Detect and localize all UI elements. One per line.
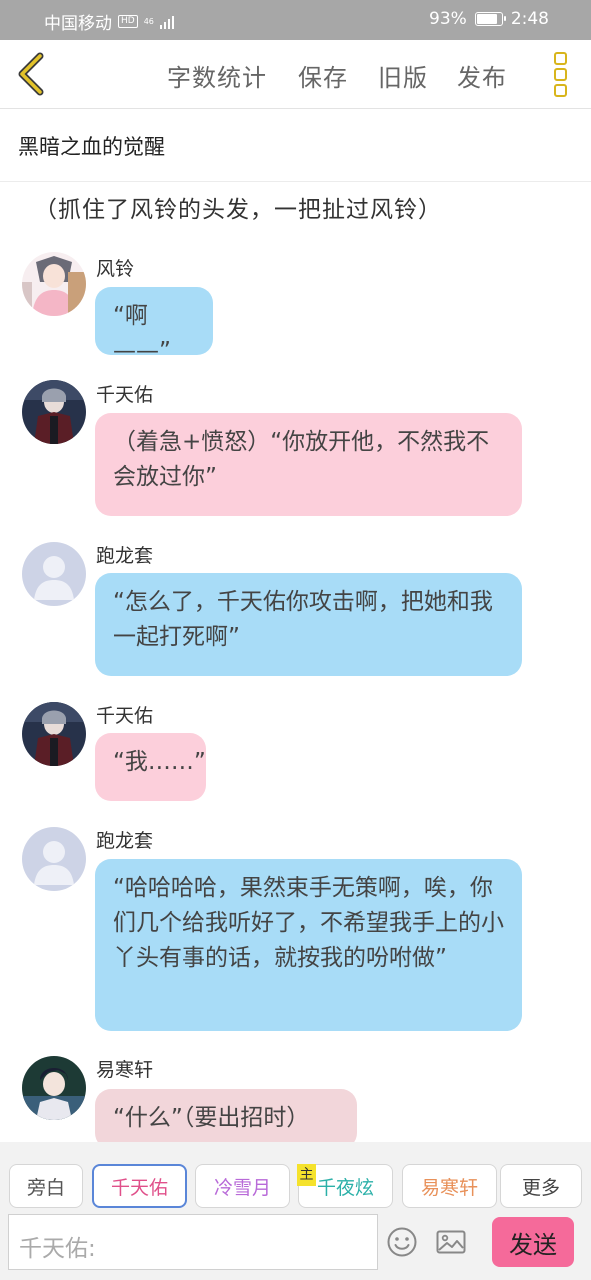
clock: 2:48 [510,9,549,29]
character-portrait-icon [22,702,86,766]
character-portrait-icon [22,252,86,316]
image-icon [436,1230,466,1254]
more-roles-button[interactable]: 更多 [500,1164,582,1208]
send-button[interactable]: 发送 [492,1217,574,1267]
chevron-left-icon [18,52,44,96]
message-bubble[interactable]: “啊——” [95,287,213,364]
avatar[interactable] [22,827,86,891]
avatar[interactable] [22,702,86,766]
message-bubble[interactable]: “怎么了，千天佑你攻击啊，把她和我一起打死啊” [95,573,522,676]
role-label: 旁白 [26,1176,65,1199]
word-count-button[interactable]: 字数统计 [167,58,267,93]
role-button-active[interactable]: 千天佑 [92,1164,187,1208]
old-version-button[interactable]: 旧版 [378,58,428,93]
role-label: 千夜炫 [316,1176,374,1199]
avatar[interactable] [22,542,86,606]
message-bubble[interactable]: “哈哈哈哈，果然束手无策啊，唉，你们几个给我听好了，不希望我手上的小丫头有事的话… [95,859,522,1031]
avatar[interactable] [22,252,86,316]
save-button[interactable]: 保存 [298,58,348,93]
role-button-narrator[interactable]: 旁白 [9,1164,83,1208]
default-user-icon [22,827,86,891]
signal-icon [159,15,174,29]
battery-icon [474,12,506,26]
character-portrait-icon [22,380,86,444]
sender-name: 风铃 [96,258,135,280]
default-user-icon [22,542,86,606]
avatar[interactable] [22,1056,86,1120]
host-badge: 主 [297,1164,316,1186]
status-bar: 中国移动 HD 46 93% 2:48 [0,0,591,40]
publish-button[interactable]: 发布 [457,58,507,93]
story-title-row[interactable]: 黑暗之血的觉醒 [0,109,591,182]
sender-name: 千天佑 [96,384,154,406]
emoji-button[interactable] [386,1226,418,1258]
carrier-name: 中国移动 [44,14,112,34]
role-button[interactable]: 冷雪月 [195,1164,290,1208]
avatar[interactable] [22,380,86,444]
more-options-button[interactable] [550,50,570,100]
image-button[interactable] [435,1226,467,1258]
message-bubble[interactable]: （着急+愤怒）“你放开他，不然我不会放过你” [95,413,522,516]
sender-name: 千天佑 [96,705,154,727]
hd-icon: HD [118,15,138,28]
back-button[interactable] [14,52,48,96]
smiley-icon [387,1227,417,1257]
message-bubble[interactable]: “什么”（要出招时） [95,1089,357,1149]
role-label: 千天佑 [110,1176,168,1199]
role-label: 更多 [521,1176,560,1199]
message-bubble[interactable]: “我……” [95,733,206,801]
role-label: 易寒轩 [420,1176,478,1199]
editor-toolbar: 字数统计 保存 旧版 发布 [0,40,591,109]
narration-text: （抓住了风铃的头发，一把扯过风铃） [34,197,442,223]
sender-name: 易寒轩 [96,1059,154,1081]
role-label: 冷雪月 [213,1176,271,1199]
story-title: 黑暗之血的觉醒 [18,135,165,159]
role-button[interactable]: 易寒轩 [402,1164,497,1208]
sender-name: 跑龙套 [96,830,154,852]
sender-name: 跑龙套 [96,545,154,567]
message-input[interactable]: 千天佑: [8,1214,378,1270]
network-type: 46 [143,16,154,26]
battery-percent: 93% [429,9,467,29]
more-dots-icon [553,52,567,65]
character-portrait-icon [22,1056,86,1120]
